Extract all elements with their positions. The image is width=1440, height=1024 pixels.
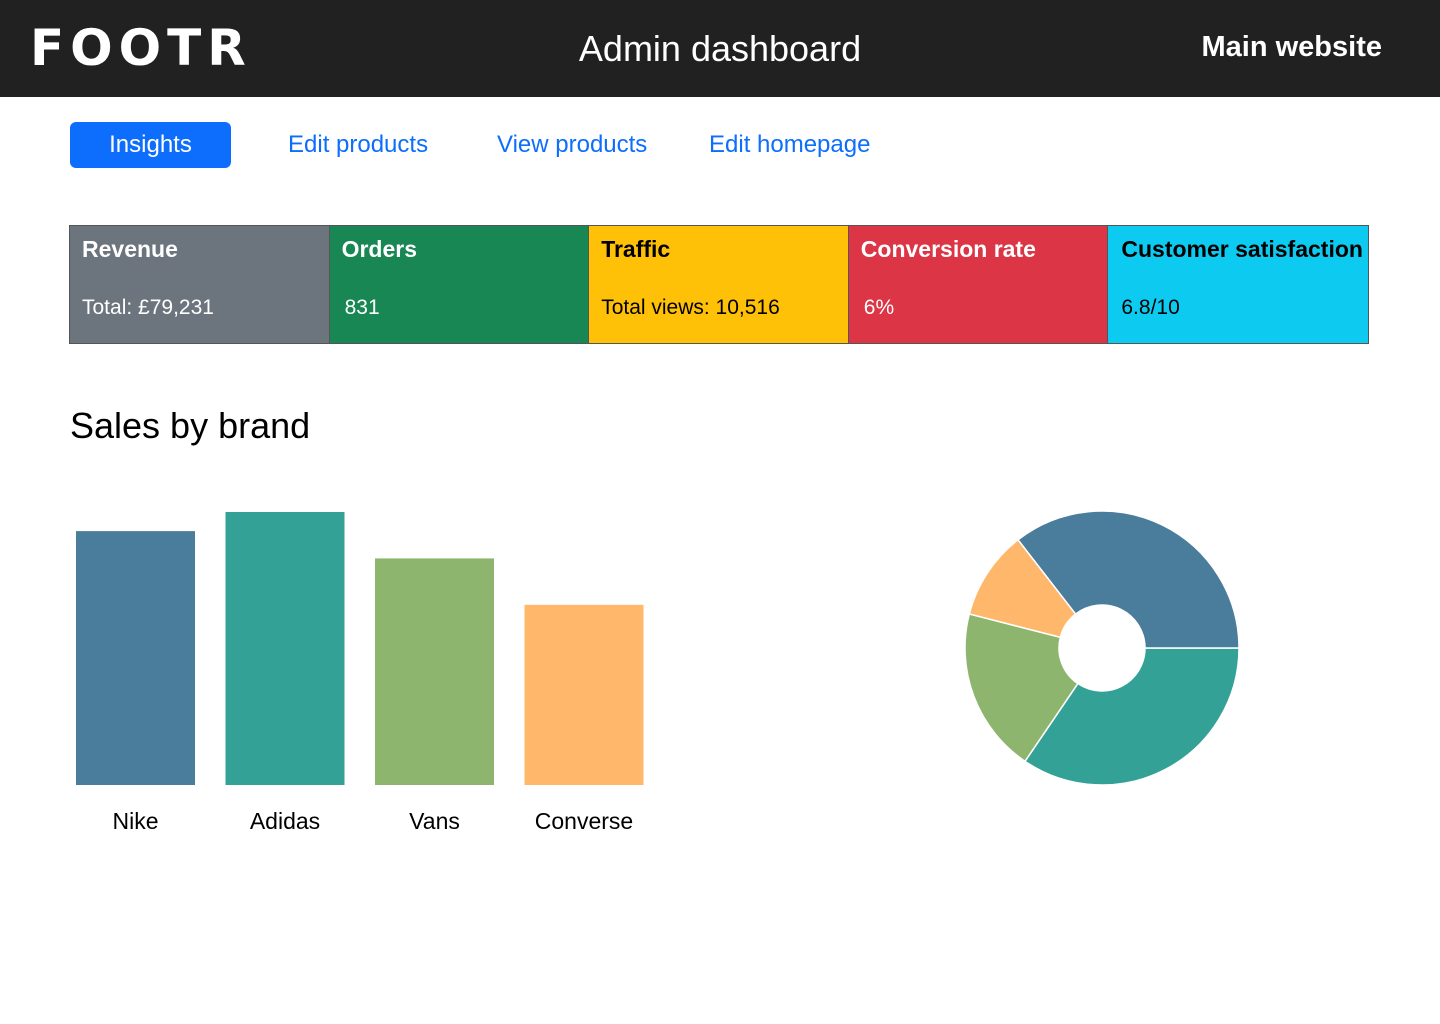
stat-label: Conversion rate	[860, 236, 1036, 262]
bar-label-adidas: Adidas	[250, 808, 320, 834]
bar-nike[interactable]	[76, 531, 195, 785]
main-website-link[interactable]: Main website	[1202, 30, 1383, 64]
stat-conversion-rate: Conversion rate 6%	[848, 226, 1109, 343]
section-title: Sales by brand	[70, 405, 311, 446]
stat-revenue: Revenue Total: £79,231	[70, 226, 330, 343]
stat-label: Customer satisfaction	[1121, 236, 1363, 262]
bar-converse[interactable]	[524, 604, 644, 785]
tab-edit-homepage[interactable]: Edit homepage	[709, 122, 870, 168]
stat-label: Orders	[341, 236, 418, 262]
bar-vans[interactable]	[375, 558, 494, 785]
bar-adidas[interactable]	[225, 512, 345, 785]
stat-customer-satisfaction: Customer satisfaction 6.8/10	[1108, 226, 1368, 343]
bar-label-converse: Converse	[535, 808, 633, 834]
dashboard-tabs: Insights Edit products View products Edi…	[0, 122, 1440, 168]
tab-insights[interactable]: Insights	[70, 122, 231, 168]
stat-value: 831	[344, 296, 380, 319]
top-bar: FOOTR Admin dashboard Main website	[0, 0, 1440, 97]
bar-label-vans: Vans	[409, 808, 460, 834]
stat-value: 6.8/10	[1121, 296, 1180, 319]
bar-label-nike: Nike	[112, 808, 158, 834]
stat-orders: Orders 831	[329, 226, 590, 343]
stat-value: Total: £79,231	[82, 296, 214, 319]
stat-value: 6%	[863, 296, 895, 319]
stats-panel: Revenue Total: £79,231 Orders 831 Traffi…	[69, 225, 1369, 344]
stat-traffic: Traffic Total views: 10,516	[589, 226, 849, 343]
stat-label: Revenue	[82, 236, 178, 262]
stat-label: Traffic	[601, 236, 671, 262]
tab-view-products[interactable]: View products	[497, 122, 647, 168]
sales-bar-chart: Nike Adidas Vans Converse	[76, 512, 644, 834]
stat-value: Total views: 10,516	[601, 296, 780, 319]
tab-edit-products[interactable]: Edit products	[288, 122, 428, 168]
sales-donut-chart	[964, 510, 1240, 786]
